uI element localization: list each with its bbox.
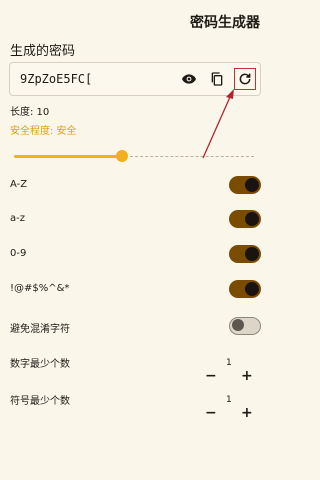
option-toggle[interactable]	[229, 280, 261, 298]
safety-level-text: 安全程度: 安全	[10, 126, 77, 137]
slider-thumb[interactable]	[116, 150, 128, 162]
plus-button[interactable]: +	[241, 405, 253, 421]
length-slider[interactable]	[14, 148, 254, 164]
toggle-knob	[245, 282, 259, 296]
option-label: 0-9	[10, 248, 27, 259]
toggle-knob	[245, 212, 259, 226]
option-toggle[interactable]	[229, 317, 261, 335]
option-label: a-z	[10, 213, 25, 224]
option-toggle[interactable]	[229, 210, 261, 228]
option-label: !@#$%^&*	[10, 283, 70, 294]
minus-button[interactable]: −	[205, 368, 217, 384]
eye-icon[interactable]	[179, 69, 199, 89]
count-stepper: −1 +	[203, 358, 253, 386]
copy-icon[interactable]	[207, 69, 227, 89]
generated-password-label: 生成的密码	[10, 44, 76, 59]
password-display-card: 9ZpZoE5FC[	[9, 62, 261, 96]
stepper-label: 数字最少个数	[10, 359, 70, 370]
minus-button[interactable]: −	[205, 405, 217, 421]
option-label: A-Z	[10, 179, 28, 190]
option-toggle[interactable]	[229, 245, 261, 263]
count-stepper: −1 +	[203, 395, 253, 423]
password-text: 9ZpZoE5FC[	[20, 72, 93, 86]
length-text: 长度: 10	[10, 107, 50, 118]
option-toggle[interactable]	[229, 176, 261, 194]
page-title: 密码生成器	[190, 15, 260, 31]
stepper-label: 符号最少个数	[10, 396, 70, 407]
toggle-knob	[245, 247, 259, 261]
plus-button[interactable]: +	[241, 368, 253, 384]
slider-inactive-track	[130, 156, 254, 158]
toggle-knob	[232, 319, 244, 331]
stepper-value: 1	[226, 358, 232, 368]
option-label: 避免混淆字符	[10, 324, 70, 335]
refresh-icon[interactable]	[234, 68, 256, 90]
stepper-value: 1	[226, 395, 232, 405]
slider-active-track	[14, 155, 122, 158]
toggle-knob	[245, 178, 259, 192]
